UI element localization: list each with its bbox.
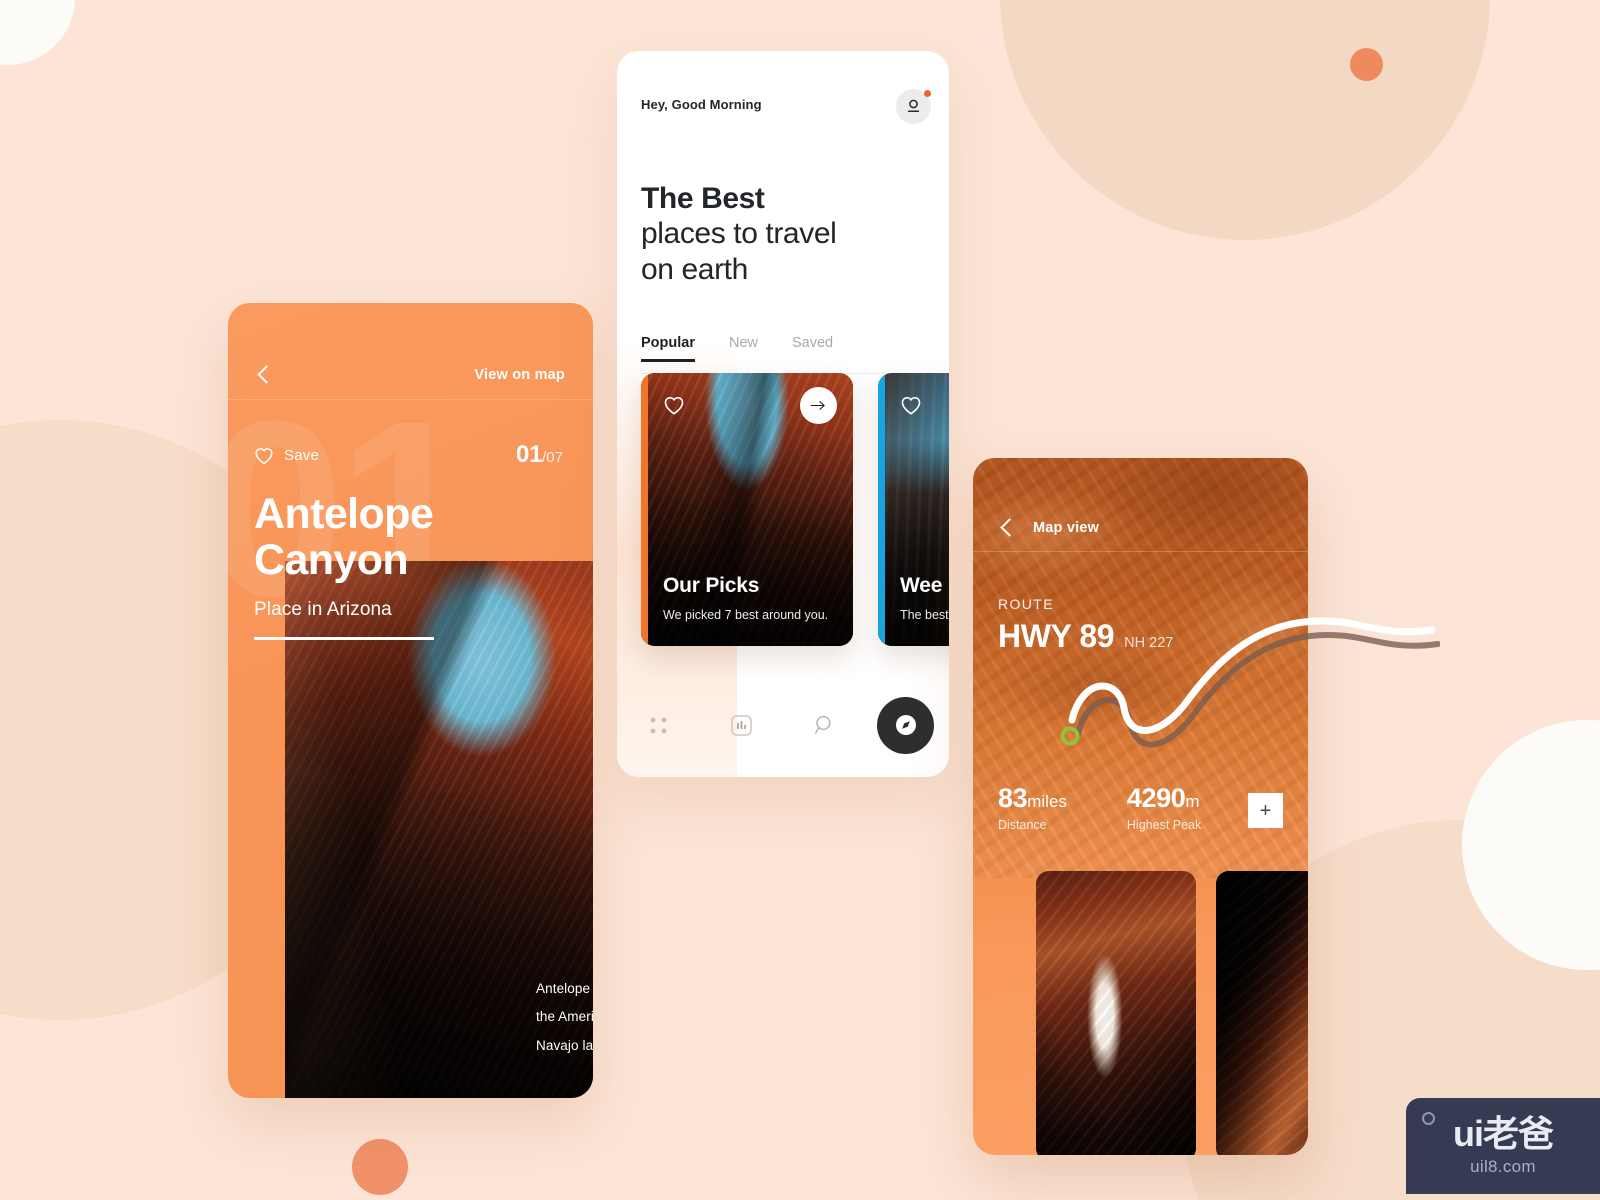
- chevron-left-icon[interactable]: [254, 365, 274, 385]
- add-waypoint-button[interactable]: +: [1248, 793, 1283, 828]
- background-circle-top-right: [1000, 0, 1490, 240]
- notification-dot: [924, 90, 931, 97]
- avatar[interactable]: [896, 89, 931, 124]
- route-label: ROUTE: [998, 596, 1054, 612]
- place-subtitle: Place in Arizona: [254, 599, 392, 620]
- counter-current: 01: [516, 441, 543, 468]
- bottom-navigation: [617, 695, 949, 755]
- stat-number: 4290: [1126, 783, 1186, 813]
- search-icon: [814, 715, 831, 734]
- compass-button[interactable]: [877, 696, 934, 754]
- slide-counter: 01 /07: [516, 441, 563, 469]
- place-card-our-picks[interactable]: Our Picks We picked 7 best around you.: [641, 373, 853, 646]
- card-title: Our Picks: [663, 574, 760, 597]
- background-dot-bottom: [352, 1139, 408, 1195]
- place-description: Antelope Canyon is a slot canyon in the …: [536, 981, 593, 1053]
- tab-popular[interactable]: Popular: [641, 335, 695, 362]
- user-avatar-icon: [907, 99, 920, 112]
- route-code: NH 227: [1124, 635, 1174, 651]
- view-on-map-button[interactable]: View on map: [474, 367, 565, 383]
- card-subtitle: We picked 7 best around you.: [663, 608, 829, 622]
- heart-icon: [664, 396, 684, 415]
- background-circle-top-left: [0, 0, 75, 65]
- home-tabs: Popular New Saved: [641, 335, 949, 374]
- card-accent-bar: [878, 373, 885, 646]
- tab-saved[interactable]: Saved: [792, 335, 833, 361]
- greeting-text: Hey, Good Morning: [641, 97, 762, 112]
- favorite-button[interactable]: [900, 395, 922, 420]
- page-title-strong: The Best: [641, 182, 765, 215]
- watermark-title: ui老爸: [1453, 1112, 1554, 1154]
- grid-dots-icon: [650, 717, 667, 733]
- chevron-left-icon[interactable]: [997, 518, 1017, 538]
- card-subtitle: The best: [900, 608, 949, 622]
- phone-screen-home: Hey, Good Morning The Best places to tra…: [617, 51, 949, 777]
- watermark-badge: ui老爸 uil8.com: [1406, 1098, 1600, 1194]
- nav-item-search[interactable]: [783, 714, 866, 736]
- watermark-ring-icon: [1422, 1112, 1435, 1125]
- compass-icon: [895, 715, 916, 735]
- screenshot-canvas: 01 View on map Save 01 /07 Antelope Cany…: [0, 0, 1600, 1200]
- nav-item-stats[interactable]: [700, 714, 783, 736]
- save-button[interactable]: Save: [254, 446, 319, 465]
- route-stat-peak: 4290 m Highest Peak: [1127, 783, 1201, 832]
- arrow-right-icon: [810, 401, 825, 410]
- nav-item-grid[interactable]: [617, 716, 700, 735]
- detail-save-row: Save 01 /07: [228, 441, 593, 469]
- background-dot-top-right: [1350, 48, 1383, 81]
- page-title: The Best places to travel on earth: [641, 181, 901, 287]
- map-top-bar: Map view: [973, 504, 1308, 552]
- stat-unit: miles: [1027, 792, 1067, 811]
- card-open-button[interactable]: [800, 387, 837, 424]
- heart-icon: [901, 396, 921, 415]
- card-accent-bar: [641, 373, 648, 646]
- heart-icon: [255, 447, 273, 464]
- title-underline: [254, 637, 434, 640]
- route-name: HWY 89: [998, 618, 1115, 654]
- gallery-photo-2[interactable]: [1216, 871, 1308, 1155]
- favorite-button[interactable]: [663, 395, 685, 420]
- page-title-rest: places to travel on earth: [641, 217, 837, 286]
- gallery-photo-1[interactable]: [1036, 871, 1196, 1155]
- tab-new[interactable]: New: [729, 335, 758, 361]
- stat-caption: Distance: [998, 818, 1047, 832]
- home-card-carousel[interactable]: Our Picks We picked 7 best around you. W…: [641, 373, 949, 646]
- watermark-url: uil8.com: [1470, 1156, 1536, 1176]
- place-title: Antelope Canyon: [254, 490, 434, 585]
- map-view-label[interactable]: Map view: [1033, 520, 1099, 536]
- detail-top-bar: View on map: [228, 350, 593, 400]
- bar-chart-icon: [731, 714, 752, 736]
- counter-total: /07: [542, 449, 563, 466]
- card-title: Wee: [900, 574, 943, 597]
- save-label: Save: [284, 446, 319, 464]
- route-stat-distance: 83 miles Distance: [998, 783, 1067, 832]
- stat-number: 83: [998, 783, 1028, 813]
- route-stats-row: 83 miles Distance 4290 m Highest Peak: [998, 783, 1286, 832]
- stat-unit: m: [1185, 792, 1200, 811]
- phone-screen-place-detail: 01 View on map Save 01 /07 Antelope Cany…: [228, 303, 593, 1098]
- route-photo-gallery: [1036, 871, 1308, 1155]
- stat-caption: Highest Peak: [1126, 818, 1202, 832]
- nav-item-explore[interactable]: [866, 696, 949, 754]
- route-heading: HWY 89 NH 227: [998, 618, 1173, 655]
- place-card-weekend[interactable]: Wee The best: [878, 373, 949, 646]
